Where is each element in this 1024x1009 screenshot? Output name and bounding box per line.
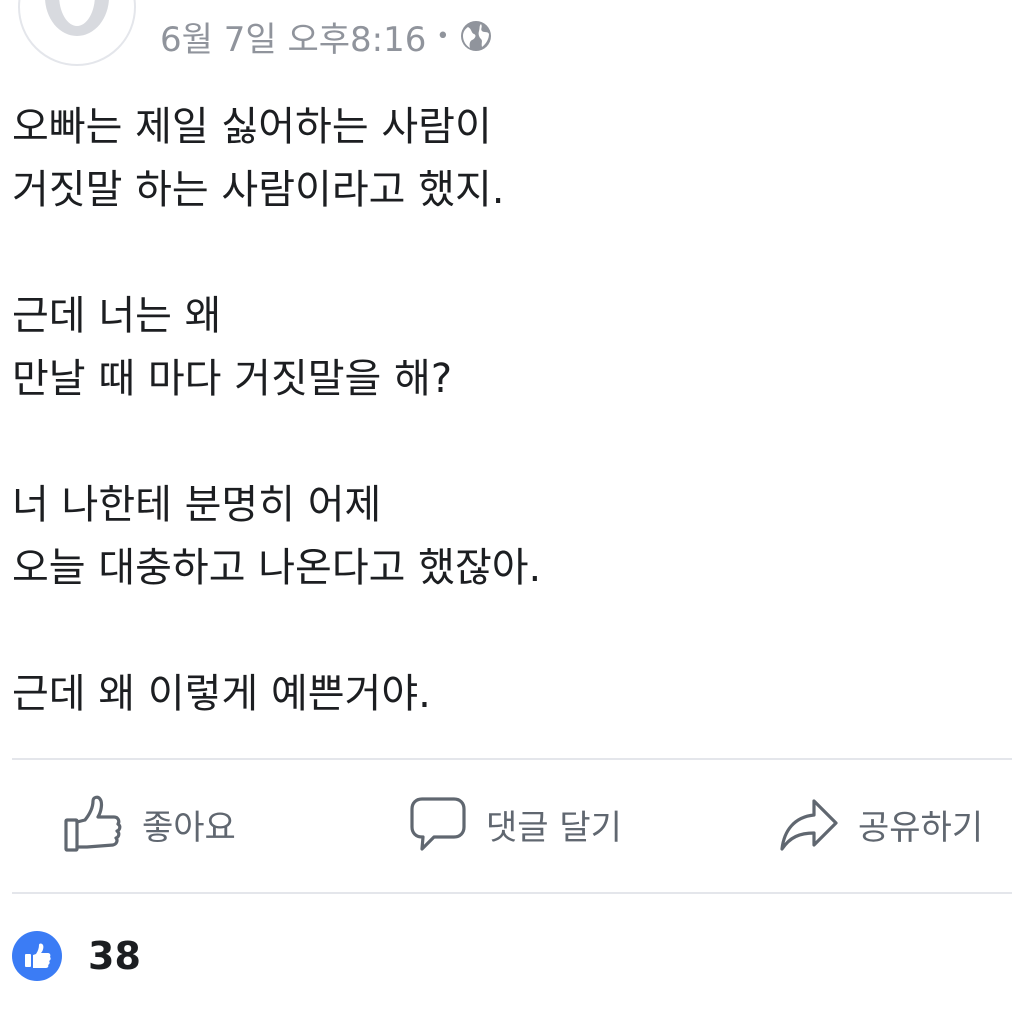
post-text: 오빠는 제일 싫어하는 사람이 거짓말 하는 사람이라고 했지. 근데 너는 왜… <box>12 96 1012 726</box>
like-reaction-icon <box>12 931 62 981</box>
thumbs-up-icon <box>62 793 124 855</box>
post-paragraph: 오빠는 제일 싫어하는 사람이 거짓말 하는 사람이라고 했지. <box>12 96 1012 222</box>
share-button-label: 공유하기 <box>858 807 984 848</box>
post-header: 6월 7일 오후8:16 • <box>0 0 1024 80</box>
post-paragraph: 근데 너는 왜 만날 때 마다 거짓말을 해? <box>12 285 1012 411</box>
meta-separator: • <box>436 23 450 49</box>
comment-button[interactable]: 댓글 달기 <box>408 792 622 856</box>
post-actions: 좋아요 댓글 달기 공유하기 <box>0 770 1024 882</box>
post-timestamp[interactable]: 6월 7일 오후8:16 <box>160 12 426 61</box>
like-button[interactable]: 좋아요 <box>62 792 236 856</box>
share-button[interactable]: 공유하기 <box>778 792 983 856</box>
post-meta: 6월 7일 오후8:16 • <box>160 12 493 61</box>
post-line: 근데 너는 왜 <box>12 293 222 339</box>
comment-button-label: 댓글 달기 <box>486 807 622 848</box>
post-line: 거짓말 하는 사람이라고 했지. <box>12 167 505 213</box>
actions-divider-bottom <box>12 892 1012 894</box>
actions-divider-top <box>12 758 1012 760</box>
speech-bubble-icon <box>408 793 468 855</box>
post-line: 너 나한테 분명히 어제 <box>12 482 382 528</box>
post-paragraph: 너 나한테 분명히 어제 오늘 대충하고 나온다고 했잖아. <box>12 474 1012 600</box>
post-line: 오늘 대충하고 나온다고 했잖아. <box>12 545 542 591</box>
post-line: 오빠는 제일 싫어하는 사람이 <box>12 104 492 150</box>
reaction-count: 38 <box>88 934 141 978</box>
share-arrow-icon <box>778 793 840 855</box>
avatar[interactable] <box>18 0 136 66</box>
post-paragraph: 근데 왜 이렇게 예쁜거야. <box>12 663 1012 726</box>
like-button-label: 좋아요 <box>142 807 236 848</box>
post-line: 근데 왜 이렇게 예쁜거야. <box>12 671 431 717</box>
reactions-summary[interactable]: 38 <box>12 928 141 984</box>
globe-icon <box>459 19 493 53</box>
post-line: 만날 때 마다 거짓말을 해? <box>12 356 453 402</box>
